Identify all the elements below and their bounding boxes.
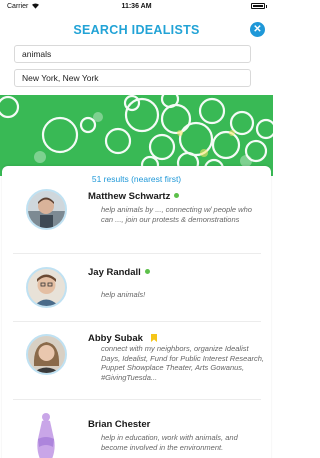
results-count: 51 results (nearest first) — [91, 174, 182, 184]
person-name-text: Matthew Schwartz — [88, 191, 171, 202]
result-card-matthew-schwartz[interactable]: Matthew Schwartz help animals by ..., co… — [13, 186, 261, 244]
hero-bubbles-image — [0, 95, 273, 176]
person-bio: help animals by ..., connecting w/ peopl… — [101, 205, 252, 224]
person-name-text: Brian Chester — [88, 419, 151, 430]
avatar — [26, 189, 67, 230]
avatar-placeholder — [28, 409, 64, 458]
person-name: Matthew Schwartz — [88, 191, 180, 202]
person-name-text: Abby Subak — [88, 333, 143, 344]
battery-icon — [251, 3, 265, 9]
person-name-text: Jay Randall — [88, 267, 141, 278]
close-button[interactable]: ✕ — [250, 22, 265, 37]
header: SEARCH IDEALISTS ✕ — [0, 14, 273, 44]
person-bio: help animals! — [101, 290, 146, 299]
bookmark-icon — [150, 334, 157, 342]
avatar — [26, 267, 67, 308]
result-card-brian-chester[interactable]: Brian Chester help in education, work wi… — [13, 399, 261, 458]
clock: 11:36 AM — [121, 3, 152, 10]
person-name: Brian Chester — [88, 419, 150, 430]
search-idealists-screen: Carrier 11:36 AM SEARCH IDEALISTS ✕ anim… — [0, 0, 273, 458]
status-bar: Carrier 11:36 AM — [0, 0, 273, 14]
result-card-jay-randall[interactable]: Jay Randall help animals! — [13, 253, 261, 322]
person-name: Jay Randall — [88, 267, 150, 278]
close-icon: ✕ — [253, 24, 262, 35]
online-status-dot — [144, 269, 150, 274]
page-title: SEARCH IDEALISTS — [73, 23, 200, 37]
avatar — [26, 334, 67, 375]
location-search-input[interactable] — [14, 69, 251, 87]
person-bio: connect with my neighbors, organize Idea… — [101, 344, 264, 382]
person-bio: help in education, work with animals, an… — [101, 433, 238, 452]
person-name: Abby Subak — [88, 333, 157, 344]
battery-tip — [266, 5, 267, 8]
keyword-search-input[interactable] — [14, 45, 251, 63]
result-card-abby-subak[interactable]: Abby Subak connect with my neighbors, or… — [13, 321, 264, 400]
online-status-dot — [174, 193, 180, 198]
